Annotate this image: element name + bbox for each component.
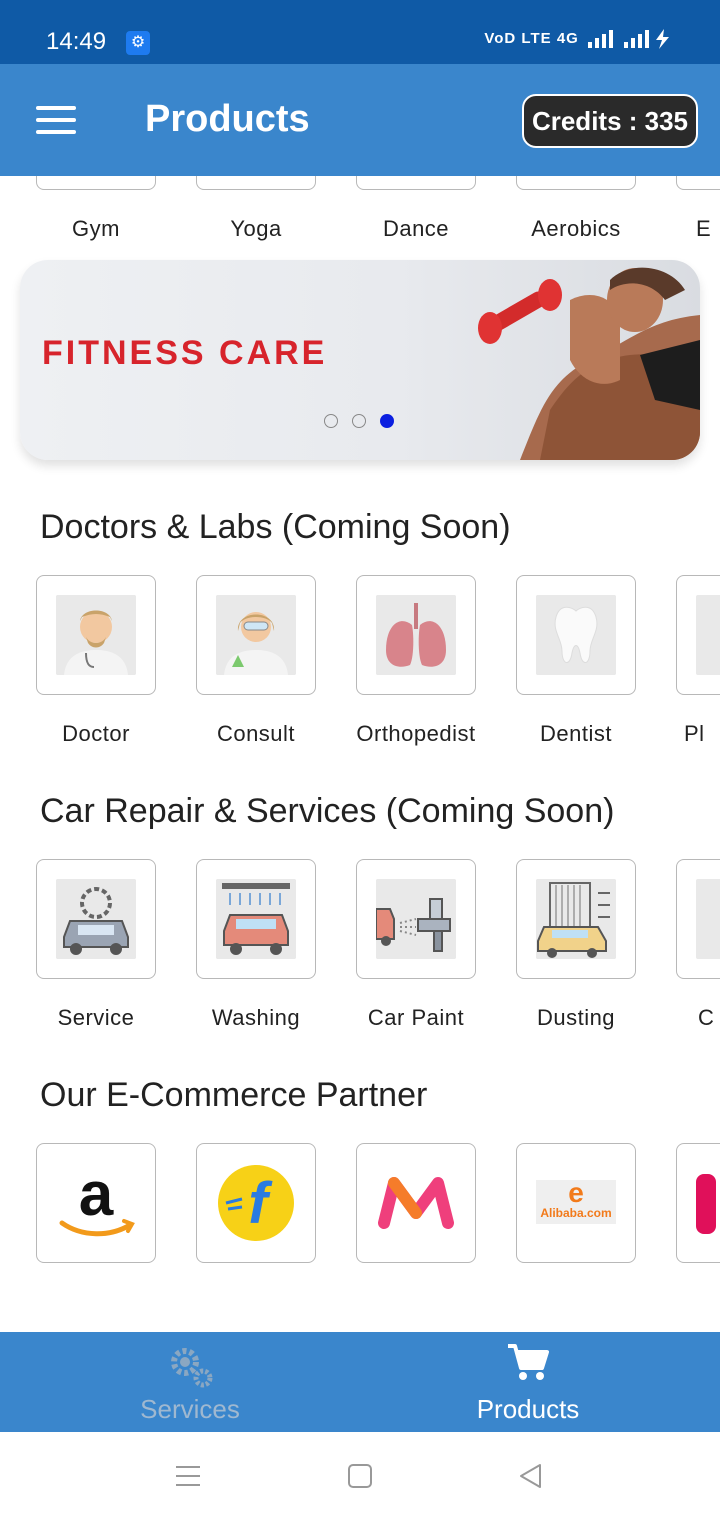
category-label: Yoga — [230, 216, 282, 241]
category-label: Gym — [72, 216, 120, 241]
alibaba-text: Alibaba.com — [540, 1206, 612, 1220]
myntra-logo — [378, 1177, 454, 1229]
system-navigation-bar — [0, 1432, 720, 1520]
back-icon[interactable] — [516, 1462, 544, 1490]
partial-logo — [696, 1174, 716, 1234]
orthopedist-tile[interactable] — [356, 575, 476, 695]
car-paint-tile[interactable] — [356, 859, 476, 979]
category-label: Dance — [382, 216, 450, 241]
network-text: VoD LTE 4G — [484, 29, 579, 47]
category-tile-gym[interactable] — [36, 176, 156, 190]
home-icon[interactable] — [346, 1462, 374, 1490]
service-label: Service — [57, 1005, 135, 1030]
fitness-woman-image — [478, 267, 700, 460]
category-label: E — [696, 216, 712, 241]
nav-services[interactable]: Services — [10, 1332, 370, 1432]
orthopedist-label: Orthopedist — [356, 721, 476, 746]
category-tile-dance[interactable] — [356, 176, 476, 190]
fitness-category-row: Gym Yoga Dance Aerobics E — [0, 176, 720, 256]
lab-scientist-icon — [216, 595, 296, 675]
section-title-car: Car Repair & Services (Coming Soon) — [40, 792, 615, 830]
dusting-tile[interactable] — [516, 859, 636, 979]
partial-icon — [696, 879, 720, 959]
nav-products-label: Products — [476, 1394, 580, 1424]
car-service-icon — [56, 879, 136, 959]
category-tile-partial[interactable] — [676, 176, 720, 190]
washing-tile[interactable] — [196, 859, 316, 979]
app-bar: Products Credits : 335 — [0, 64, 720, 176]
consult-tile[interactable] — [196, 575, 316, 695]
signal-icon — [588, 29, 669, 49]
partial-label: Pl — [684, 721, 705, 746]
carousel-dot-3-active[interactable] — [380, 414, 394, 428]
category-label: Aerobics — [531, 216, 621, 241]
amazon-tile[interactable]: a — [36, 1143, 156, 1263]
washing-label: Washing — [211, 1005, 301, 1030]
svg-text:a: a — [79, 1160, 114, 1229]
flipkart-logo: f — [218, 1165, 294, 1241]
doctors-row: Doctor Consult Orthopedist Dentist Pl — [0, 575, 720, 755]
gears-icon — [171, 1348, 213, 1388]
partial-tile[interactable] — [676, 859, 720, 979]
promo-banner[interactable]: FITNESS CARE — [20, 260, 700, 460]
flipkart-tile[interactable]: f — [196, 1143, 316, 1263]
partial-tile[interactable] — [676, 575, 720, 695]
category-tile-yoga[interactable] — [196, 176, 316, 190]
credits-badge[interactable]: Credits : 335 — [522, 94, 698, 148]
usb-icon: ⚙ — [126, 31, 150, 55]
doctor-icon — [56, 595, 136, 675]
car-row: Service Washing Car Paint Dusting C — [0, 859, 720, 1039]
tooth-icon — [536, 595, 616, 675]
carousel-dot-1[interactable] — [324, 414, 338, 428]
alibaba-tile[interactable]: e Alibaba.com — [516, 1143, 636, 1263]
doctor-tile[interactable] — [36, 575, 156, 695]
menu-icon[interactable] — [36, 106, 76, 136]
banner-text: FITNESS CARE — [42, 334, 328, 372]
lungs-icon — [376, 595, 456, 675]
carousel-dot-2[interactable] — [352, 414, 366, 428]
amazon-logo: a — [59, 1160, 135, 1237]
dusting-label: Dusting — [536, 1005, 616, 1030]
dentist-label: Dentist — [540, 721, 612, 746]
car-wash-icon — [216, 879, 296, 959]
status-bar: 14:49 ⚙ VoD LTE 4G — [0, 0, 720, 64]
nav-services-label: Services — [140, 1394, 240, 1424]
car-paint-label: Car Paint — [367, 1005, 465, 1030]
ecommerce-row: a f e Alibaba.com — [0, 1143, 720, 1273]
network-status: VoD LTE 4G — [484, 28, 674, 50]
myntra-tile[interactable] — [356, 1143, 476, 1263]
category-tile-aerobics[interactable] — [516, 176, 636, 190]
cart-icon — [508, 1344, 549, 1380]
status-time: 14:49 — [46, 28, 107, 55]
service-tile[interactable] — [36, 859, 156, 979]
recent-apps-icon[interactable] — [174, 1464, 202, 1488]
section-title-doctors: Doctors & Labs (Coming Soon) — [40, 508, 511, 546]
nav-products[interactable]: Products — [348, 1332, 708, 1432]
section-title-ecommerce: Our E-Commerce Partner — [40, 1076, 428, 1114]
consult-label: Consult — [216, 721, 296, 746]
alibaba-logo: e Alibaba.com — [536, 1179, 616, 1224]
doctor-label: Doctor — [62, 721, 130, 746]
page-title: Products — [145, 98, 310, 140]
spray-gun-icon — [376, 879, 456, 959]
dentist-tile[interactable] — [516, 575, 636, 695]
partial-label: C — [698, 1005, 715, 1030]
car-dusting-icon — [536, 879, 616, 959]
partial-tile[interactable] — [676, 1143, 720, 1263]
bottom-navigation: Services Products — [0, 1332, 720, 1432]
partial-icon — [696, 595, 720, 675]
